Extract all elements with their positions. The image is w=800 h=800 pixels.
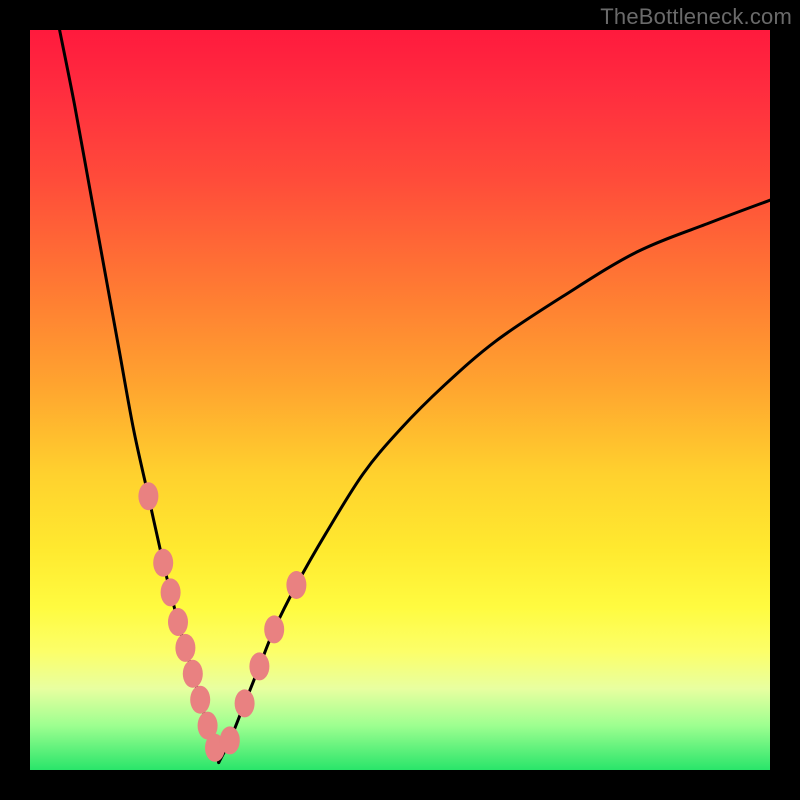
curve-group xyxy=(60,30,770,763)
marker-group xyxy=(138,482,306,762)
data-marker xyxy=(153,549,173,577)
data-marker xyxy=(168,608,188,636)
data-marker xyxy=(190,686,210,714)
data-marker xyxy=(286,571,306,599)
data-marker xyxy=(175,634,195,662)
chart-frame: TheBottleneck.com xyxy=(0,0,800,800)
curve-svg xyxy=(30,30,770,770)
plot-area xyxy=(30,30,770,770)
data-marker xyxy=(138,482,158,510)
data-marker xyxy=(220,726,240,754)
watermark-text: TheBottleneck.com xyxy=(600,4,792,30)
left-curve xyxy=(60,30,219,763)
data-marker xyxy=(161,578,181,606)
right-curve xyxy=(219,200,770,762)
data-marker xyxy=(249,652,269,680)
data-marker xyxy=(264,615,284,643)
data-marker xyxy=(183,660,203,688)
data-marker xyxy=(235,689,255,717)
